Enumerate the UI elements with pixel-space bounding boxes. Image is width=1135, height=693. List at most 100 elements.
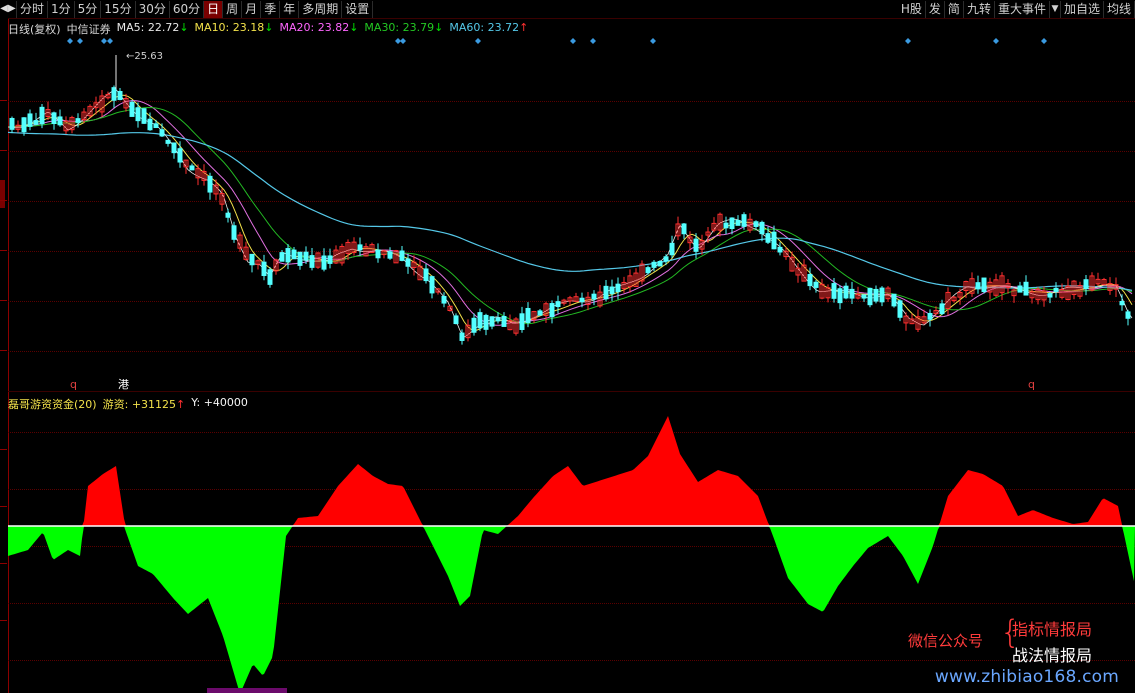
axis-tick <box>0 449 7 450</box>
period-tab[interactable]: 1分 <box>48 0 75 18</box>
ma-line <box>8 106 1133 325</box>
event-marker: q <box>1028 378 1035 391</box>
candle-body <box>645 267 651 274</box>
period-tab[interactable]: 15分 <box>101 0 136 18</box>
ma-number: 23.82 <box>317 21 350 34</box>
indicator-title: 磊哥游资资金(20) <box>8 398 97 411</box>
tool-button[interactable]: 简 <box>945 0 964 18</box>
trend-arrow-icon: ↑ <box>519 21 529 34</box>
candle-body <box>927 313 933 320</box>
candle-body <box>177 148 183 163</box>
candle-body <box>723 222 729 229</box>
ma-value: MA5: 22.72↓ <box>117 21 189 37</box>
candle-body <box>375 249 381 259</box>
period-tab[interactable]: 设置 <box>342 0 374 18</box>
candle-body <box>615 283 621 293</box>
candle-body <box>771 231 777 250</box>
candle-body <box>657 260 663 267</box>
candle-body <box>153 123 159 129</box>
period-tab[interactable]: 5分 <box>75 0 102 18</box>
ma-value: MA60: 23.72↑ <box>449 21 528 37</box>
candle-body <box>297 251 303 266</box>
candle-body <box>831 283 837 299</box>
tool-button[interactable]: 加自选 <box>1061 0 1104 18</box>
tool-button[interactable]: 均线 <box>1104 0 1135 18</box>
candle-body <box>459 332 465 341</box>
candle-body <box>309 255 315 268</box>
event-marker: q <box>70 378 77 391</box>
candle-body <box>1125 311 1131 319</box>
axis-tick <box>0 620 7 621</box>
period-tab[interactable]: 分时 <box>17 0 49 18</box>
period-tab[interactable]: 周 <box>223 0 243 18</box>
candle-body <box>423 268 429 282</box>
toggle-panel-icon[interactable]: ◀▶ <box>0 0 17 18</box>
kline-chart[interactable]: ←25.63 q 港 q <box>8 19 1135 392</box>
ma-number: 23.18 <box>232 21 265 34</box>
candle-body <box>867 287 873 306</box>
y-value: +40000 <box>203 396 248 409</box>
candle-body <box>651 261 657 268</box>
tool-buttons: H股发简九转 重大事件 ▼ 加自选 均线 <box>898 0 1135 18</box>
candle-body <box>975 282 981 290</box>
ma-value: MA30: 23.79↓ <box>364 21 443 37</box>
signal-diamond-icon <box>107 38 113 44</box>
candle-body <box>579 297 585 303</box>
bottom-scroll-indicator[interactable] <box>207 688 287 693</box>
fund-header: 磊哥游资资金(20) 游资: +31125↑ Y: +40000 <box>8 396 248 412</box>
signal-diamond-icon <box>993 38 999 44</box>
watermark-url: www.zhibiao168.com <box>934 667 1119 687</box>
trend-arrow-icon: ↓ <box>264 21 274 34</box>
period-tab[interactable]: 月 <box>242 0 262 18</box>
candle-body <box>555 301 561 308</box>
signal-diamond-icon <box>475 38 481 44</box>
candle-body <box>849 288 855 299</box>
tool-button[interactable]: H股 <box>898 0 926 18</box>
candle-body <box>147 118 153 131</box>
signal-diamond-icon <box>400 38 406 44</box>
signal-diamond-icon <box>67 38 73 44</box>
candle-body <box>405 258 411 267</box>
candle-body <box>321 255 327 270</box>
candle-body <box>75 118 81 123</box>
high-price-label: ←25.63 <box>126 51 163 62</box>
candle-body <box>519 313 525 330</box>
event-marker: 港 <box>118 378 129 391</box>
candle-body <box>279 252 285 262</box>
ma-header: 日线(复权) 中信证券 MA5: 22.72↓ MA10: 23.18↓ MA20:… <box>8 21 528 37</box>
period-tab[interactable]: 多周期 <box>299 0 343 18</box>
period-tab[interactable]: 60分 <box>170 0 205 18</box>
ma-label: MA20: <box>279 21 315 34</box>
candle-body <box>303 251 309 261</box>
candle-body <box>1053 287 1059 293</box>
candle-body <box>387 251 393 259</box>
ma-line <box>8 131 1133 291</box>
candle-body <box>681 223 687 235</box>
signal-diamond-icon <box>650 38 656 44</box>
period-tab[interactable]: 日 <box>204 0 224 18</box>
stock-chart-app: ◀▶ 分时 1分 5分 15分 30分 60分日周月季年多周期 设置 H股发简九转 重大事件 ▼… <box>0 0 1135 693</box>
candle-body <box>609 286 615 295</box>
fund-positive-area <box>8 416 1135 526</box>
candle-body <box>441 295 447 304</box>
chevron-down-icon[interactable]: ▼ <box>1050 0 1061 18</box>
ma-number: 22.72 <box>147 21 180 34</box>
period-tab[interactable]: 季 <box>261 0 281 18</box>
indicator-label: 游资: +31125↑ <box>102 398 186 411</box>
tool-button[interactable]: 发 <box>926 0 945 18</box>
ma-label: MA60: <box>449 21 485 34</box>
value-arrow-icon: ↑ <box>176 398 186 411</box>
candle-body <box>21 117 27 133</box>
candle-body <box>693 238 699 252</box>
kline-panel[interactable]: 日线(复权) 中信证券 MA5: 22.72↓ MA10: 23.18↓ MA20:… <box>8 18 1135 392</box>
period-tab[interactable]: 年 <box>280 0 300 18</box>
candle-body <box>753 221 759 227</box>
candle-body <box>249 253 255 266</box>
candle-body <box>549 303 555 318</box>
tool-button[interactable]: 重大事件 <box>995 0 1050 18</box>
tool-button[interactable]: 九转 <box>964 0 995 18</box>
period-tab[interactable]: 30分 <box>136 0 170 18</box>
candle-body <box>729 217 735 230</box>
candle-body <box>843 285 849 299</box>
candle-body <box>1083 279 1089 290</box>
